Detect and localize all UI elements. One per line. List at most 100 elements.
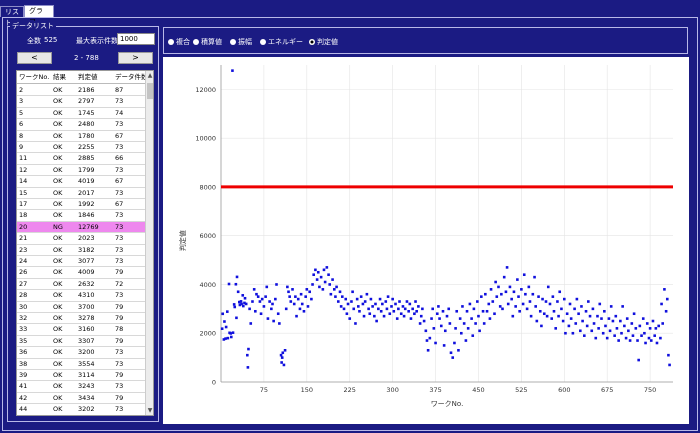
- radio-icon[interactable]: [168, 39, 174, 45]
- table-row[interactable]: 5 OK 1745 74: [17, 108, 145, 120]
- table-row[interactable]: 39 OK 3114 79: [17, 370, 145, 382]
- cell-data-count: 66: [115, 154, 124, 163]
- data-point: [644, 341, 647, 345]
- table-row[interactable]: 44 OK 3202 73: [17, 404, 145, 415]
- prev-page-button[interactable]: <: [17, 52, 52, 64]
- table-row[interactable]: 9 OK 2255 73: [17, 142, 145, 154]
- table-row[interactable]: 38 OK 3554 73: [17, 359, 145, 370]
- data-point: [528, 300, 532, 303]
- data-point: [508, 285, 512, 289]
- data-point: [448, 322, 452, 325]
- table-row[interactable]: 15 OK 2017 73: [17, 188, 145, 199]
- radio-icon[interactable]: [309, 39, 315, 45]
- radio-icon[interactable]: [260, 39, 266, 45]
- table-row[interactable]: 26 OK 4009 79: [17, 267, 145, 279]
- column-header-work-no[interactable]: ワークNo.: [19, 73, 49, 82]
- cell-result: OK: [53, 279, 63, 288]
- data-point: [437, 305, 440, 308]
- cell-judge-value: 2023: [78, 234, 95, 243]
- scroll-down-icon[interactable]: ▼: [146, 406, 153, 415]
- table-row[interactable]: 27 OK 2632 72: [17, 279, 145, 291]
- table-row[interactable]: 14 OK 4019 67: [17, 176, 145, 188]
- data-point: [344, 297, 348, 301]
- cell-work-no: 39: [19, 371, 28, 379]
- data-point: [529, 314, 533, 318]
- x-tick-label: 750: [644, 386, 656, 394]
- data-point: [282, 363, 286, 367]
- data-point: [382, 314, 386, 318]
- table-row[interactable]: 8 OK 1780 67: [17, 131, 145, 142]
- data-point: [399, 312, 403, 316]
- table-row[interactable]: 11 OK 2885 66: [17, 153, 145, 165]
- table-row[interactable]: 24 OK 3077 73: [17, 256, 145, 268]
- table-row[interactable]: 17 OK 1992 67: [17, 199, 145, 211]
- cell-work-no: 41: [19, 382, 28, 391]
- data-point: [335, 285, 338, 289]
- table-row[interactable]: 41 OK 3243 73: [17, 381, 145, 393]
- page-range: 2 - 788: [74, 54, 99, 62]
- table-row[interactable]: 6 OK 2480 73: [17, 119, 145, 131]
- data-point: [654, 327, 658, 330]
- table-row[interactable]: 30 OK 3700 79: [17, 302, 145, 313]
- data-point: [607, 317, 611, 320]
- table-row[interactable]: 28 OK 4310 73: [17, 290, 145, 302]
- table-row[interactable]: 36 OK 3200 73: [17, 347, 145, 359]
- radio-icon[interactable]: [230, 39, 236, 45]
- data-point: [495, 295, 499, 298]
- table-row[interactable]: 32 OK 3278 79: [17, 313, 145, 325]
- table-row[interactable]: 3 OK 2797 73: [17, 96, 145, 108]
- table-row[interactable]: 23 OK 3182 73: [17, 245, 145, 256]
- data-point: [381, 302, 384, 306]
- data-point: [358, 309, 361, 313]
- table-row[interactable]: 21 OK 2023 73: [17, 233, 145, 245]
- table-row[interactable]: 2 OK 2186 87: [17, 85, 145, 97]
- data-point: [583, 334, 586, 337]
- column-header-result[interactable]: 結果: [53, 73, 66, 82]
- data-point: [488, 317, 492, 320]
- cell-work-no: 21: [19, 234, 28, 243]
- data-point: [597, 327, 600, 330]
- legend-radio-4[interactable]: 判定値: [309, 37, 338, 47]
- column-header-data-count[interactable]: データ件数: [115, 73, 148, 82]
- y-tick-label: 10000: [195, 135, 216, 143]
- data-point: [302, 309, 306, 313]
- table-row[interactable]: 18 OK 1846 73: [17, 210, 145, 222]
- table-row[interactable]: 35 OK 3307 79: [17, 336, 145, 348]
- scroll-up-icon[interactable]: ▲: [146, 71, 153, 80]
- table-row[interactable]: 12 OK 1799 73: [17, 165, 145, 177]
- column-header-judge-value[interactable]: 判定値: [78, 73, 98, 82]
- data-point: [594, 336, 598, 340]
- legend-radio-3[interactable]: エネルギー: [260, 37, 303, 47]
- legend-radio-1[interactable]: 積算値: [193, 37, 222, 47]
- table-row[interactable]: 33 OK 3160 78: [17, 324, 145, 336]
- data-point: [560, 307, 563, 311]
- data-point: [621, 305, 624, 308]
- cell-judge-value: 4019: [78, 177, 95, 186]
- data-point: [552, 309, 556, 313]
- radio-icon[interactable]: [193, 39, 199, 45]
- legend-radio-2[interactable]: 振幅: [230, 37, 252, 47]
- data-point: [541, 297, 544, 301]
- cell-data-count: 73: [115, 234, 124, 243]
- data-point: [601, 331, 605, 335]
- data-point: [298, 307, 302, 311]
- data-point: [247, 347, 250, 351]
- table-row[interactable]: 20 NG 12769 73: [17, 221, 145, 234]
- data-point: [454, 327, 457, 330]
- data-point: [466, 327, 470, 330]
- tab-list[interactable]: リスト: [0, 6, 24, 27]
- table-scrollbar[interactable]: ▲ ▼: [145, 71, 153, 415]
- cell-data-count: 87: [115, 86, 124, 94]
- data-point: [464, 339, 468, 342]
- legend-radio-0[interactable]: 複合: [168, 37, 190, 47]
- x-tick-label: 150: [301, 386, 313, 394]
- max-display-input[interactable]: 1000: [117, 33, 155, 45]
- table-row[interactable]: 42 OK 3434 79: [17, 393, 145, 405]
- cell-judge-value: 2186: [78, 86, 95, 94]
- data-point: [538, 309, 542, 313]
- data-point: [350, 300, 353, 303]
- cell-judge-value: 3434: [78, 393, 95, 402]
- next-page-button[interactable]: >: [118, 52, 153, 64]
- scroll-thumb[interactable]: [147, 83, 153, 99]
- data-point: [439, 324, 443, 328]
